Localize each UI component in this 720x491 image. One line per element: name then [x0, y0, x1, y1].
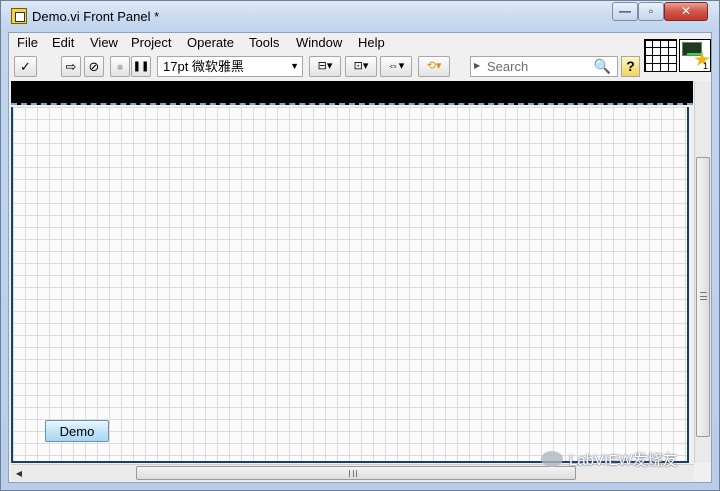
distribute-objects-button[interactable]: ⊡▾	[345, 56, 377, 77]
minimize-button[interactable]: —	[612, 2, 638, 21]
menu-project[interactable]: Project	[131, 35, 171, 50]
vi-icon-number: 1	[702, 61, 708, 71]
font-select-value: 17pt 微软雅黑	[163, 59, 244, 74]
minimize-icon: —	[619, 4, 631, 18]
help-icon: ?	[626, 58, 635, 74]
run-arrow-icon: ✓	[20, 59, 31, 74]
connector-pane[interactable]	[644, 39, 677, 72]
close-icon: ✕	[680, 4, 692, 18]
toolbar: ✓ ⇨ ⊘ ● ❚❚ 17pt 微软雅黑 ▼ ⊟▾ ⊡▾ ⇔▾ ⟲▾ ▶ 🔍 ?	[9, 54, 643, 80]
demo-button[interactable]: Demo	[45, 420, 109, 442]
align-objects-button[interactable]: ⊟▾	[309, 56, 341, 77]
maximize-button[interactable]: ▫	[638, 2, 664, 21]
resize-objects-icon: ⇔▾	[387, 60, 405, 72]
watermark-text: LabVIEW发烧友	[569, 452, 678, 469]
run-continuously-button[interactable]: ⇨	[61, 56, 81, 77]
close-button[interactable]: ✕	[664, 2, 708, 21]
search-dropdown-icon[interactable]: ▶	[474, 61, 480, 70]
decoration-bar	[11, 81, 693, 105]
menu-window[interactable]: Window	[296, 35, 342, 50]
reorder-button[interactable]: ⟲▾	[418, 56, 450, 77]
search-icon[interactable]: 🔍	[594, 58, 611, 75]
title-bar[interactable]: Demo.vi Front Panel * — ▫ ✕	[1, 1, 719, 32]
window-title: Demo.vi Front Panel *	[32, 9, 160, 24]
front-panel-frame: File Edit View Project Operate Tools Win…	[8, 32, 712, 483]
vi-icon-screen	[682, 42, 703, 56]
maximize-icon: ▫	[648, 4, 654, 18]
pause-icon: ❚❚	[132, 61, 150, 72]
distribute-objects-icon: ⊡▾	[353, 60, 369, 72]
vertical-scroll-thumb[interactable]	[696, 157, 710, 437]
front-panel-canvas[interactable]: Demo	[11, 107, 689, 463]
vertical-scrollbar[interactable]	[694, 81, 711, 463]
labview-window: Demo.vi Front Panel * — ▫ ✕ File Edit Vi…	[0, 0, 720, 491]
menu-tools[interactable]: Tools	[249, 35, 279, 50]
labview-app-icon[interactable]	[11, 8, 27, 24]
horizontal-scroll-thumb[interactable]	[136, 466, 576, 480]
wechat-logo-icon	[541, 451, 563, 467]
menu-file[interactable]: File	[17, 35, 38, 50]
menu-edit[interactable]: Edit	[52, 35, 74, 50]
reorder-icon: ⟲▾	[426, 60, 442, 72]
resize-objects-button[interactable]: ⇔▾	[380, 56, 412, 77]
search-box: ▶ 🔍	[470, 56, 618, 77]
menu-bar: File Edit View Project Operate Tools Win…	[9, 33, 643, 53]
vi-icon[interactable]: 1	[679, 39, 711, 72]
align-objects-icon: ⊟▾	[317, 60, 333, 72]
pause-button[interactable]: ❚❚	[131, 56, 151, 77]
scroll-left-icon[interactable]: ◀	[12, 467, 26, 480]
font-select[interactable]: 17pt 微软雅黑 ▼	[157, 56, 303, 77]
stop-button[interactable]: ●	[110, 56, 130, 77]
context-help-button[interactable]: ?	[621, 56, 640, 77]
chevron-down-icon: ▼	[290, 61, 299, 71]
menu-operate[interactable]: Operate	[187, 35, 234, 50]
abort-icon: ⊘	[88, 59, 100, 74]
run-button[interactable]: ✓	[14, 56, 37, 77]
menu-view[interactable]: View	[90, 35, 118, 50]
run-continuously-icon: ⇨	[65, 59, 77, 74]
stop-icon: ●	[116, 59, 124, 74]
search-input[interactable]	[485, 58, 595, 75]
abort-execution-button[interactable]: ⊘	[84, 56, 104, 77]
menu-help[interactable]: Help	[358, 35, 385, 50]
